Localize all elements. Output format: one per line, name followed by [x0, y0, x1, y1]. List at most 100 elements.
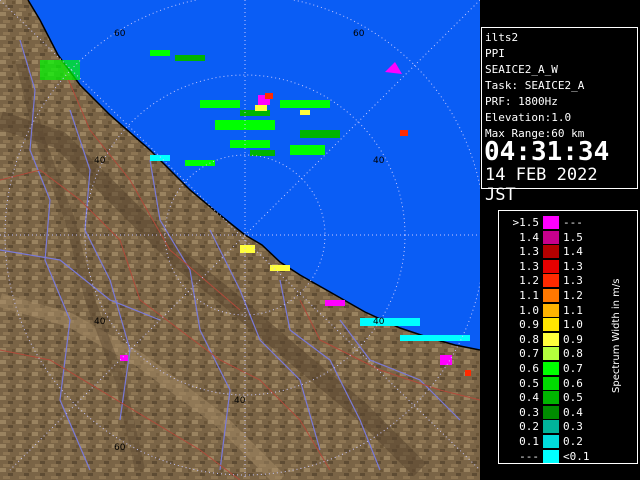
legend-swatch [543, 420, 559, 434]
legend-low-label: 1.3 [519, 259, 539, 273]
legend-high-label: 1.3 [563, 259, 583, 273]
legend-high-label: 0.6 [563, 376, 583, 390]
echo-cell [465, 370, 471, 376]
legend-low-label: 0.9 [519, 318, 539, 332]
legend-row: 1.3 1.3 [499, 259, 599, 274]
radar-name: ilts2 [485, 31, 519, 44]
legend-high-label: --- [563, 216, 583, 229]
legend-swatch [543, 289, 559, 302]
elevation-value: Elevation:1.0 [485, 111, 572, 124]
legend-row: 0.1 0.2 [499, 434, 599, 449]
echo-cell [440, 355, 452, 365]
legend-low-label: >1.5 [512, 216, 540, 229]
legend-high-label: 0.5 [563, 391, 583, 405]
legend-swatch [543, 449, 559, 463]
legend-high-label: 0.8 [563, 347, 583, 361]
echo-cell [150, 155, 170, 161]
legend-high-label: 0.7 [563, 362, 583, 375]
legend-row: 1.0 1.1 [499, 303, 599, 318]
echo-cell [325, 300, 345, 306]
legend-unit-label: Spectrum Width in m/s [611, 278, 622, 393]
echo-cell [400, 335, 470, 341]
legend-swatch [543, 435, 559, 448]
legend-swatch [543, 347, 559, 361]
prf-value: PRF: 1800Hz [485, 95, 558, 108]
ring-label: 40 [373, 156, 385, 166]
legend-low-label: 0.2 [519, 420, 539, 434]
legend-row: 0.6 0.7 [499, 361, 599, 376]
ring-label: 60 [114, 29, 126, 39]
legend-low-label: --- [519, 449, 539, 463]
ring-label: 40 [234, 396, 246, 406]
legend-high-label: 1.5 [563, 230, 583, 244]
legend-low-label: 1.3 [519, 245, 539, 259]
echo-cell [150, 50, 170, 56]
legend-row: 0.2 0.3 [499, 419, 599, 434]
legend-low-label: 0.5 [519, 376, 539, 390]
legend-row: >1.5 --- [499, 215, 599, 230]
echo-cell [280, 100, 330, 108]
legend-low-label: 1.1 [519, 289, 539, 302]
legend-low-label: 0.8 [519, 332, 539, 346]
legend-row: 0.5 0.6 [499, 376, 599, 391]
legend-low-label: 1.4 [519, 230, 539, 244]
ring-label: 40 [373, 317, 385, 327]
echo-cell [200, 100, 240, 108]
legend-high-label: 1.1 [563, 303, 583, 317]
legend-high-label: 1.3 [563, 274, 583, 288]
legend-row: 1.4 1.5 [499, 230, 599, 245]
legend-swatch [543, 216, 559, 229]
legend-swatch [543, 274, 559, 288]
legend-low-label: 1.2 [519, 274, 539, 288]
echo-cell [400, 130, 408, 136]
legend-row: --- <0.1 [499, 449, 599, 464]
echo-cell [270, 265, 290, 271]
legend-row: 1.2 1.3 [499, 273, 599, 288]
legend-low-label: 0.7 [519, 347, 539, 361]
scan-info-panel: ilts2 PPI SEAICE2_A_W Task: SEAICE2_A PR… [481, 27, 638, 205]
legend-row: 1.1 1.2 [499, 288, 599, 303]
echo-cell [240, 245, 255, 253]
legend-swatch [543, 230, 559, 244]
echo-cell [255, 105, 267, 111]
legend-swatch [543, 376, 559, 390]
legend-high-label: 1.4 [563, 245, 583, 259]
legend-row: 0.3 0.4 [499, 405, 599, 420]
echo-cell [300, 130, 340, 138]
echo-cell [40, 60, 80, 80]
legend-row: 0.9 1.0 [499, 317, 599, 332]
legend-high-label: 0.2 [563, 435, 583, 448]
legend-swatch [543, 303, 559, 317]
echo-cell [120, 355, 128, 361]
legend-high-label: 0.9 [563, 332, 583, 346]
scan-time: 04:31:34 [484, 137, 610, 167]
schedule-name: SEAICE2_A_W [485, 63, 558, 76]
legend-row: 1.3 1.4 [499, 244, 599, 259]
legend-swatch [543, 332, 559, 346]
radar-ppi-map[interactable]: 60 60 40 40 40 40 40 60 [0, 0, 480, 480]
legend-high-label: 0.3 [563, 420, 583, 434]
echo-cell [290, 145, 325, 155]
ring-label: 40 [94, 317, 106, 327]
legend-low-label: 1.0 [519, 303, 539, 317]
echo-cell [230, 140, 270, 148]
legend-row: 0.7 0.8 [499, 346, 599, 361]
ring-label: 40 [94, 156, 106, 166]
color-legend: >1.5 --- 1.4 1.5 1.3 1.4 1.3 1.3 1.2 1.3 1.1 1.2 1.0… [498, 210, 638, 464]
legend-high-label: <0.1 [563, 449, 590, 463]
legend-row: 0.4 0.5 [499, 390, 599, 405]
echo-cell [300, 110, 310, 115]
echo-cell [175, 55, 205, 61]
legend-swatch [543, 391, 559, 405]
legend-high-label: 1.0 [563, 318, 583, 332]
legend-low-label: 0.1 [519, 435, 539, 448]
radar-map-svg: 60 60 40 40 40 40 40 60 [0, 0, 480, 480]
legend-low-label: 0.6 [519, 362, 539, 375]
ring-label: 60 [353, 29, 365, 39]
scan-date: 14 FEB 2022 JST [485, 165, 598, 205]
echo-cell [265, 93, 273, 99]
legend-high-label: 1.2 [563, 289, 583, 302]
legend-swatch [543, 362, 559, 375]
echo-cell [360, 318, 420, 326]
scan-type: PPI [485, 47, 505, 60]
